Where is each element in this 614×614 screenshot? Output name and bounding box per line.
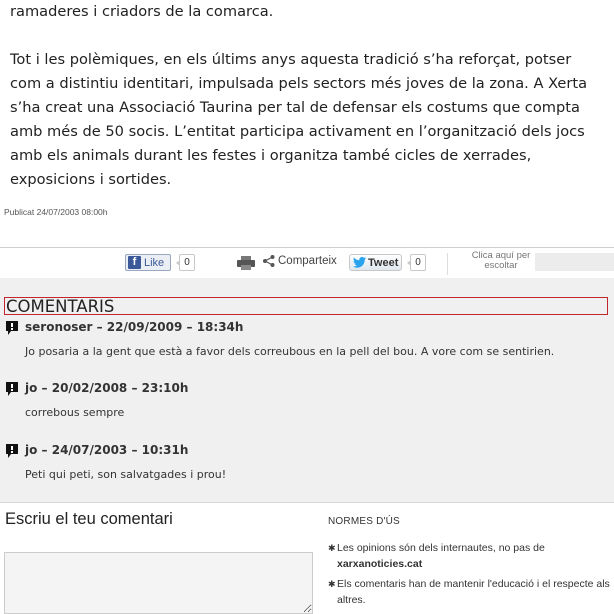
rule-text: Els comentaris han de mantenir l'educaci…: [337, 578, 610, 606]
comment-author-date: jo – 24/07/2003 – 10:31h: [25, 443, 189, 457]
usage-rule: ✱ Els comentaris han de mantenir l'educa…: [328, 576, 614, 608]
speech-bubble-icon: [6, 382, 18, 396]
write-comment-title: Escriu el teu comentari: [5, 510, 173, 528]
publish-date: Publicat 24/07/2003 08:00h: [4, 207, 108, 217]
article-line-top: ramaderes i criadors de la comarca.: [10, 3, 274, 20]
share-button[interactable]: Comparteix: [263, 255, 337, 267]
comment-author-date: jo – 20/02/2008 – 23:10h: [25, 381, 189, 395]
comment-author-date: seronoser – 22/09/2009 – 18:34h: [25, 320, 244, 334]
article-paragraph: Tot i les polèmiques, en els últims anys…: [10, 51, 588, 188]
article-body: ramaderes i criadors de la comarca. Tot …: [10, 0, 600, 192]
speech-bubble-icon: [6, 444, 18, 458]
social-bar: f Like 0 Comparteix Tweet 0 Clica aquí p…: [0, 249, 614, 277]
twitter-bird-icon: [353, 257, 366, 268]
tweet-label: Tweet: [368, 256, 399, 269]
share-label: Comparteix: [278, 255, 337, 267]
facebook-like-button[interactable]: f Like: [125, 254, 171, 271]
usage-rules-title: NORMES D'ÚS: [328, 516, 400, 527]
usage-rule: ✱ Les opinions són dels internautes, no …: [328, 540, 614, 572]
comments-section: COMENTARIS seronoser – 22/09/2009 – 18:3…: [0, 278, 614, 502]
usage-rules: NORMES D'ÚS ✱ Les opinions són dels inte…: [328, 516, 614, 608]
divider: [447, 253, 448, 275]
comment-textarea[interactable]: [4, 552, 313, 614]
comments-title: COMENTARIS: [4, 297, 608, 316]
printer-icon[interactable]: [236, 256, 256, 270]
like-count: 0: [176, 254, 195, 271]
tweet-button[interactable]: Tweet: [349, 254, 402, 271]
rule-text: Les opinions són dels internautes, no pa…: [337, 542, 545, 554]
divider: [0, 502, 614, 503]
divider: [0, 247, 614, 248]
comment-text: correbous sempre: [25, 406, 125, 419]
share-icon: [263, 255, 275, 267]
bullet-icon: ✱: [328, 543, 336, 553]
site-name: xarxanoticies.cat: [337, 558, 423, 570]
speech-bubble-icon: [6, 321, 18, 335]
facebook-icon: f: [128, 256, 141, 269]
comment-text: Peti qui peti, son salvatgades i prou!: [25, 468, 227, 481]
listen-hint: Clica aquí per escoltar: [471, 250, 531, 271]
like-label: Like: [144, 256, 165, 269]
bullet-icon: ✱: [328, 579, 336, 589]
listen-input[interactable]: [535, 253, 614, 271]
comment-text: Jo posaria a la gent que està a favor de…: [25, 345, 555, 358]
tweet-count: 0: [407, 254, 426, 271]
